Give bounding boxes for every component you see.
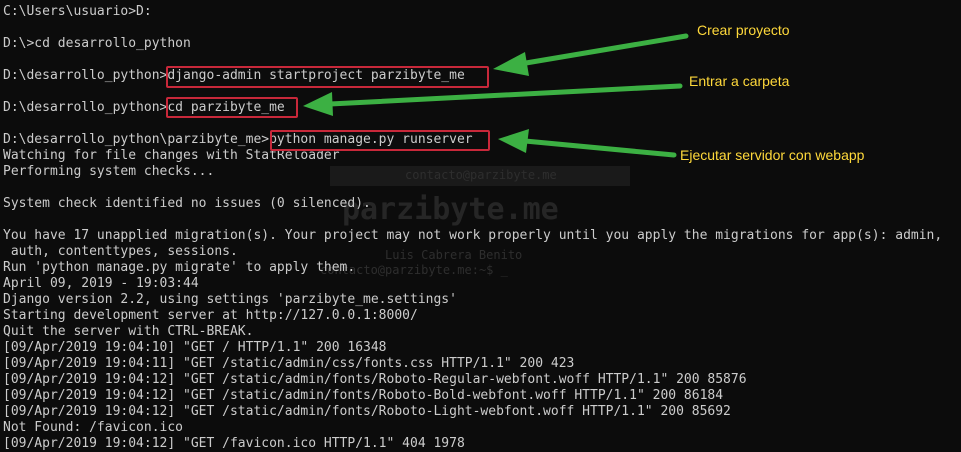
arrowhead-enter-folder (303, 92, 333, 116)
terminal-window[interactable]: contacto@parzibyte.me parzibyte.me Luis … (0, 0, 961, 452)
annotation-arrows (303, 33, 689, 158)
arrow-run-server (522, 138, 677, 158)
annotation-create-project: Crear proyecto (697, 22, 790, 38)
arrow-enter-folder (327, 83, 683, 107)
annotation-run-server: Ejecutar servidor con webapp (680, 147, 865, 163)
annotation-enter-folder: Entrar a carpeta (689, 73, 790, 89)
arrowhead-run-server (498, 129, 529, 153)
arrowhead-create-project (493, 52, 529, 76)
arrow-create-project (517, 33, 689, 67)
